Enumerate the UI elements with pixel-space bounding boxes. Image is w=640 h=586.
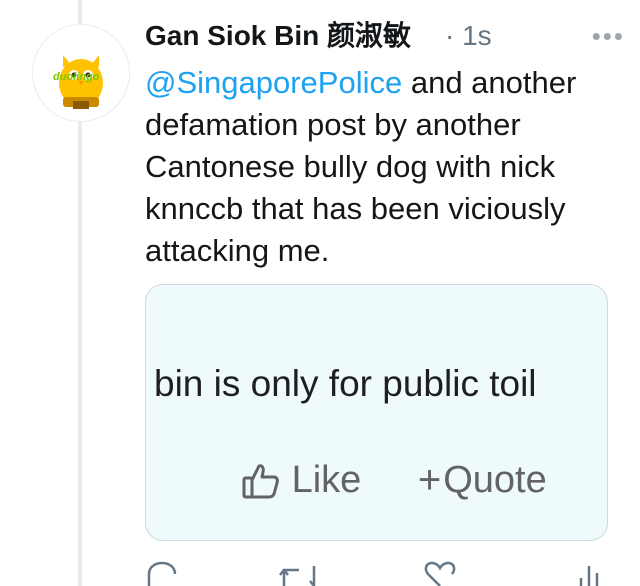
more-options-icon[interactable]: ••• bbox=[592, 18, 625, 54]
timestamp-value: 1s bbox=[462, 20, 492, 51]
like-icon[interactable] bbox=[423, 558, 457, 586]
avatar[interactable]: duolingo bbox=[32, 24, 130, 122]
thumbs-up-icon bbox=[242, 464, 279, 499]
card-like: Like bbox=[241, 458, 361, 502]
tweet-actions bbox=[145, 558, 615, 586]
reply-icon[interactable] bbox=[145, 558, 179, 586]
card-actions: Like +Quote bbox=[241, 457, 547, 503]
author-name[interactable]: Gan Siok Bin 颜淑敏 bbox=[145, 18, 411, 54]
card-quote: +Quote bbox=[417, 457, 547, 502]
image-card[interactable]: bin is only for public toil Like +Quote bbox=[145, 284, 608, 541]
tweet-timestamp[interactable]: · 1s bbox=[445, 18, 492, 54]
mention-link[interactable]: @SingaporePolice bbox=[145, 65, 402, 100]
tweet-text: @SingaporePolice and another defamation … bbox=[145, 62, 615, 272]
card-like-label: Like bbox=[291, 459, 362, 502]
card-image-text: bin is only for public toil bbox=[154, 363, 537, 404]
share-icon[interactable] bbox=[577, 558, 601, 586]
avatar-logo-text: duolingo bbox=[53, 71, 100, 83]
retweet-icon[interactable] bbox=[279, 558, 319, 586]
card-quote-label: Quote bbox=[443, 458, 547, 501]
tweet-header: Gan Siok Bin 颜淑敏 · 1s ••• bbox=[145, 18, 625, 58]
